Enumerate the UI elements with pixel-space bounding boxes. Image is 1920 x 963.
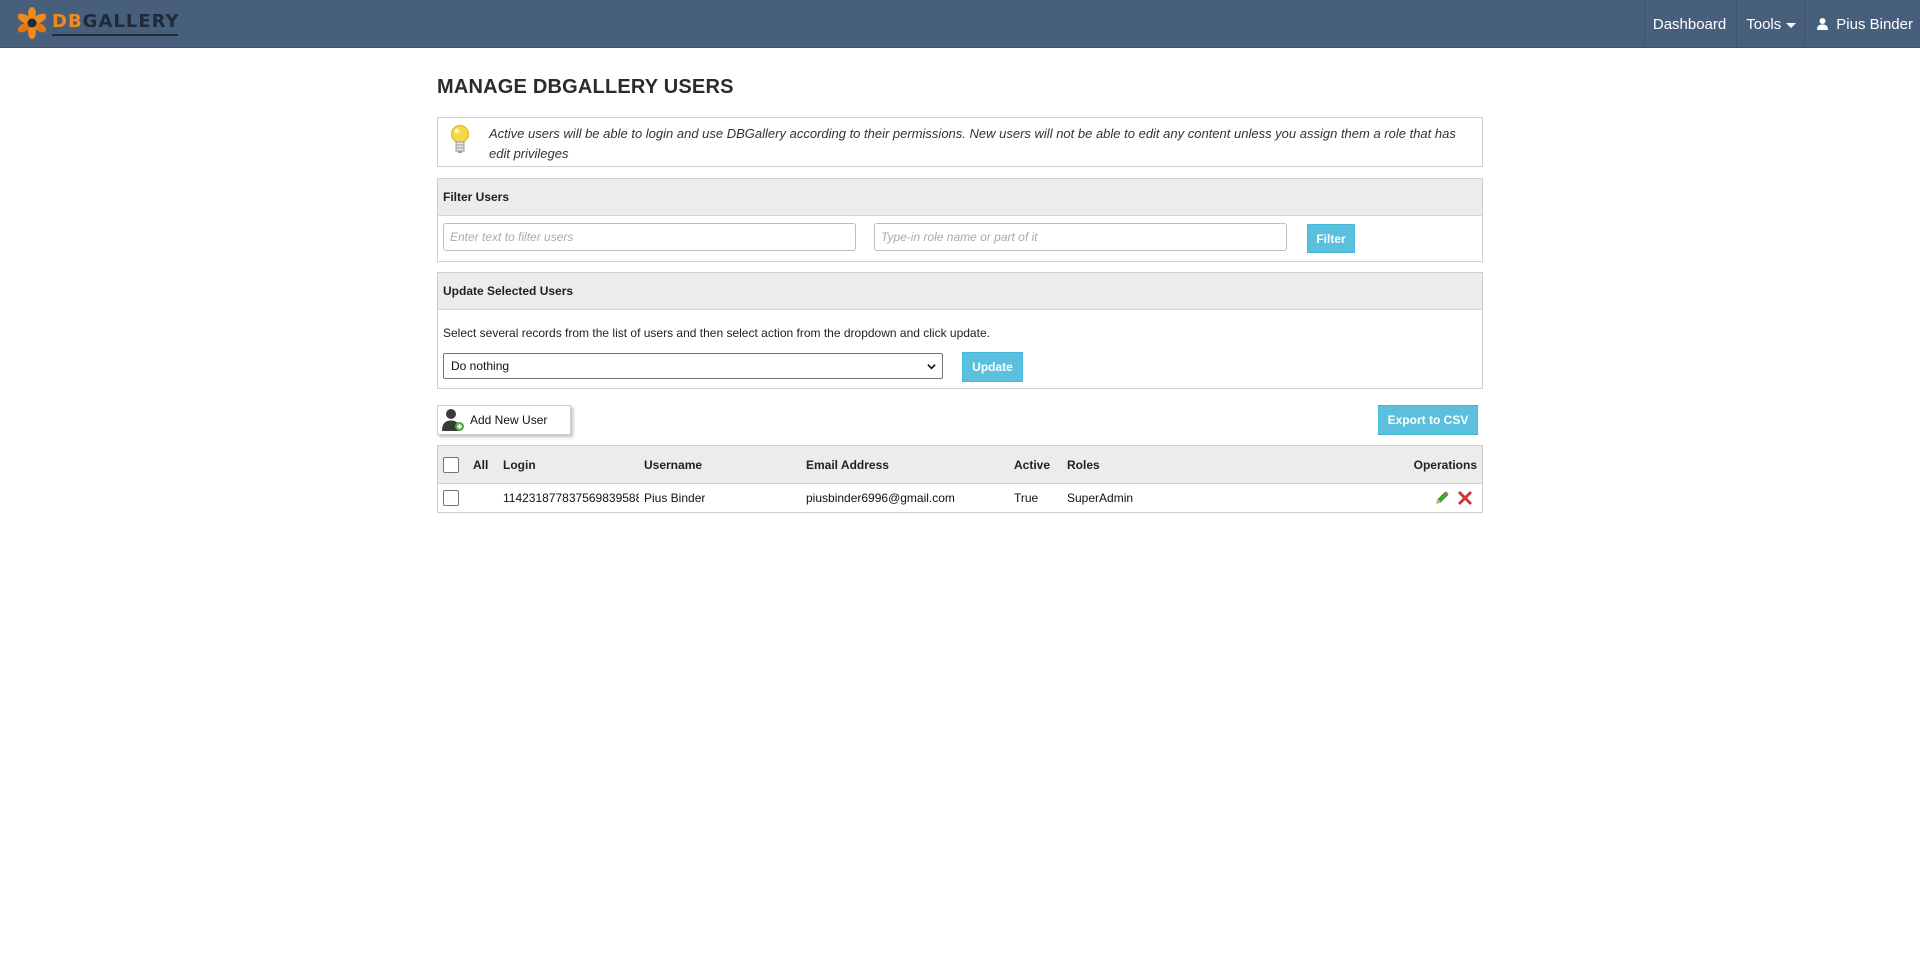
filter-text-input[interactable]	[443, 223, 856, 251]
table-header-row: All Login Username Email Address Active …	[438, 446, 1482, 484]
select-all-checkbox[interactable]	[443, 446, 459, 483]
row-select-checkbox[interactable]	[443, 484, 459, 512]
filter-panel-header: Filter Users	[438, 179, 1482, 216]
col-header-username[interactable]: Username	[644, 446, 702, 483]
filter-button[interactable]: Filter	[1307, 224, 1355, 253]
col-header-all: All	[473, 457, 489, 472]
nav-user-menu[interactable]: Pius Binder	[1804, 0, 1920, 48]
delete-user-button[interactable]	[1457, 484, 1473, 512]
nav-dashboard-label: Dashboard	[1652, 15, 1727, 33]
update-panel-header: Update Selected Users	[438, 273, 1482, 310]
edit-user-button[interactable]	[1434, 484, 1450, 512]
logo-text-db: DB	[52, 11, 83, 32]
add-user-icon	[442, 409, 464, 431]
cell-email: piusbinder6996@gmail.com	[806, 491, 955, 505]
col-header-login[interactable]: Login	[503, 446, 536, 483]
export-csv-button[interactable]: Export to CSV	[1378, 405, 1478, 435]
chevron-down-icon	[927, 364, 936, 370]
update-action-selected: Do nothing	[451, 359, 510, 373]
logo-text: DBGALLERY	[52, 11, 180, 33]
cell-username: Pius Binder	[644, 491, 706, 505]
update-description: Select several records from the list of …	[443, 326, 990, 340]
top-nav-menu: Dashboard Tools Pius Binder	[1643, 0, 1920, 48]
lightbulb-icon	[451, 125, 469, 153]
add-new-user-label: Add New User	[470, 413, 548, 427]
cell-login: 114231877837569839588	[503, 491, 639, 505]
table-row: 114231877837569839588 Pius Binder piusbi…	[438, 484, 1482, 512]
logo-underline	[52, 34, 178, 36]
logo-text-gallery: GALLERY	[82, 11, 180, 32]
info-text: Active users will be able to login and u…	[489, 126, 1456, 161]
delete-x-icon	[1458, 491, 1472, 505]
user-icon	[1817, 18, 1829, 30]
cell-active: True	[1014, 491, 1039, 505]
dbgallery-logo[interactable]: DBGALLERY	[16, 7, 180, 39]
cell-roles: SuperAdmin	[1067, 491, 1134, 505]
nav-dashboard-link[interactable]: Dashboard	[1643, 0, 1736, 48]
filter-role-input[interactable]	[874, 223, 1287, 251]
top-navbar: DBGALLERY Dashboard Tools Pius Binder	[0, 0, 1920, 48]
col-header-roles[interactable]: Roles	[1067, 446, 1100, 483]
col-header-operations: Operations	[1413, 457, 1477, 472]
caret-down-icon	[1786, 22, 1797, 28]
logo-flower-icon	[17, 7, 47, 39]
update-button[interactable]: Update	[962, 352, 1023, 382]
page-title: MANAGE DBGALLERY USERS	[437, 76, 734, 98]
update-users-panel: Update Selected Users Select several rec…	[437, 272, 1483, 389]
add-new-user-button[interactable]: Add New User	[437, 405, 571, 435]
update-action-select[interactable]: Do nothing	[443, 353, 943, 379]
filter-users-panel: Filter Users Filter	[437, 178, 1483, 262]
pencil-icon	[1436, 491, 1449, 504]
users-table: All Login Username Email Address Active …	[437, 445, 1483, 513]
nav-user-name: Pius Binder	[1836, 15, 1913, 33]
col-header-email[interactable]: Email Address	[806, 446, 889, 483]
info-notice: Active users will be able to login and u…	[437, 117, 1483, 167]
col-header-active[interactable]: Active	[1014, 446, 1050, 483]
nav-tools-dropdown[interactable]: Tools	[1736, 0, 1804, 48]
nav-tools-label: Tools	[1746, 15, 1782, 33]
